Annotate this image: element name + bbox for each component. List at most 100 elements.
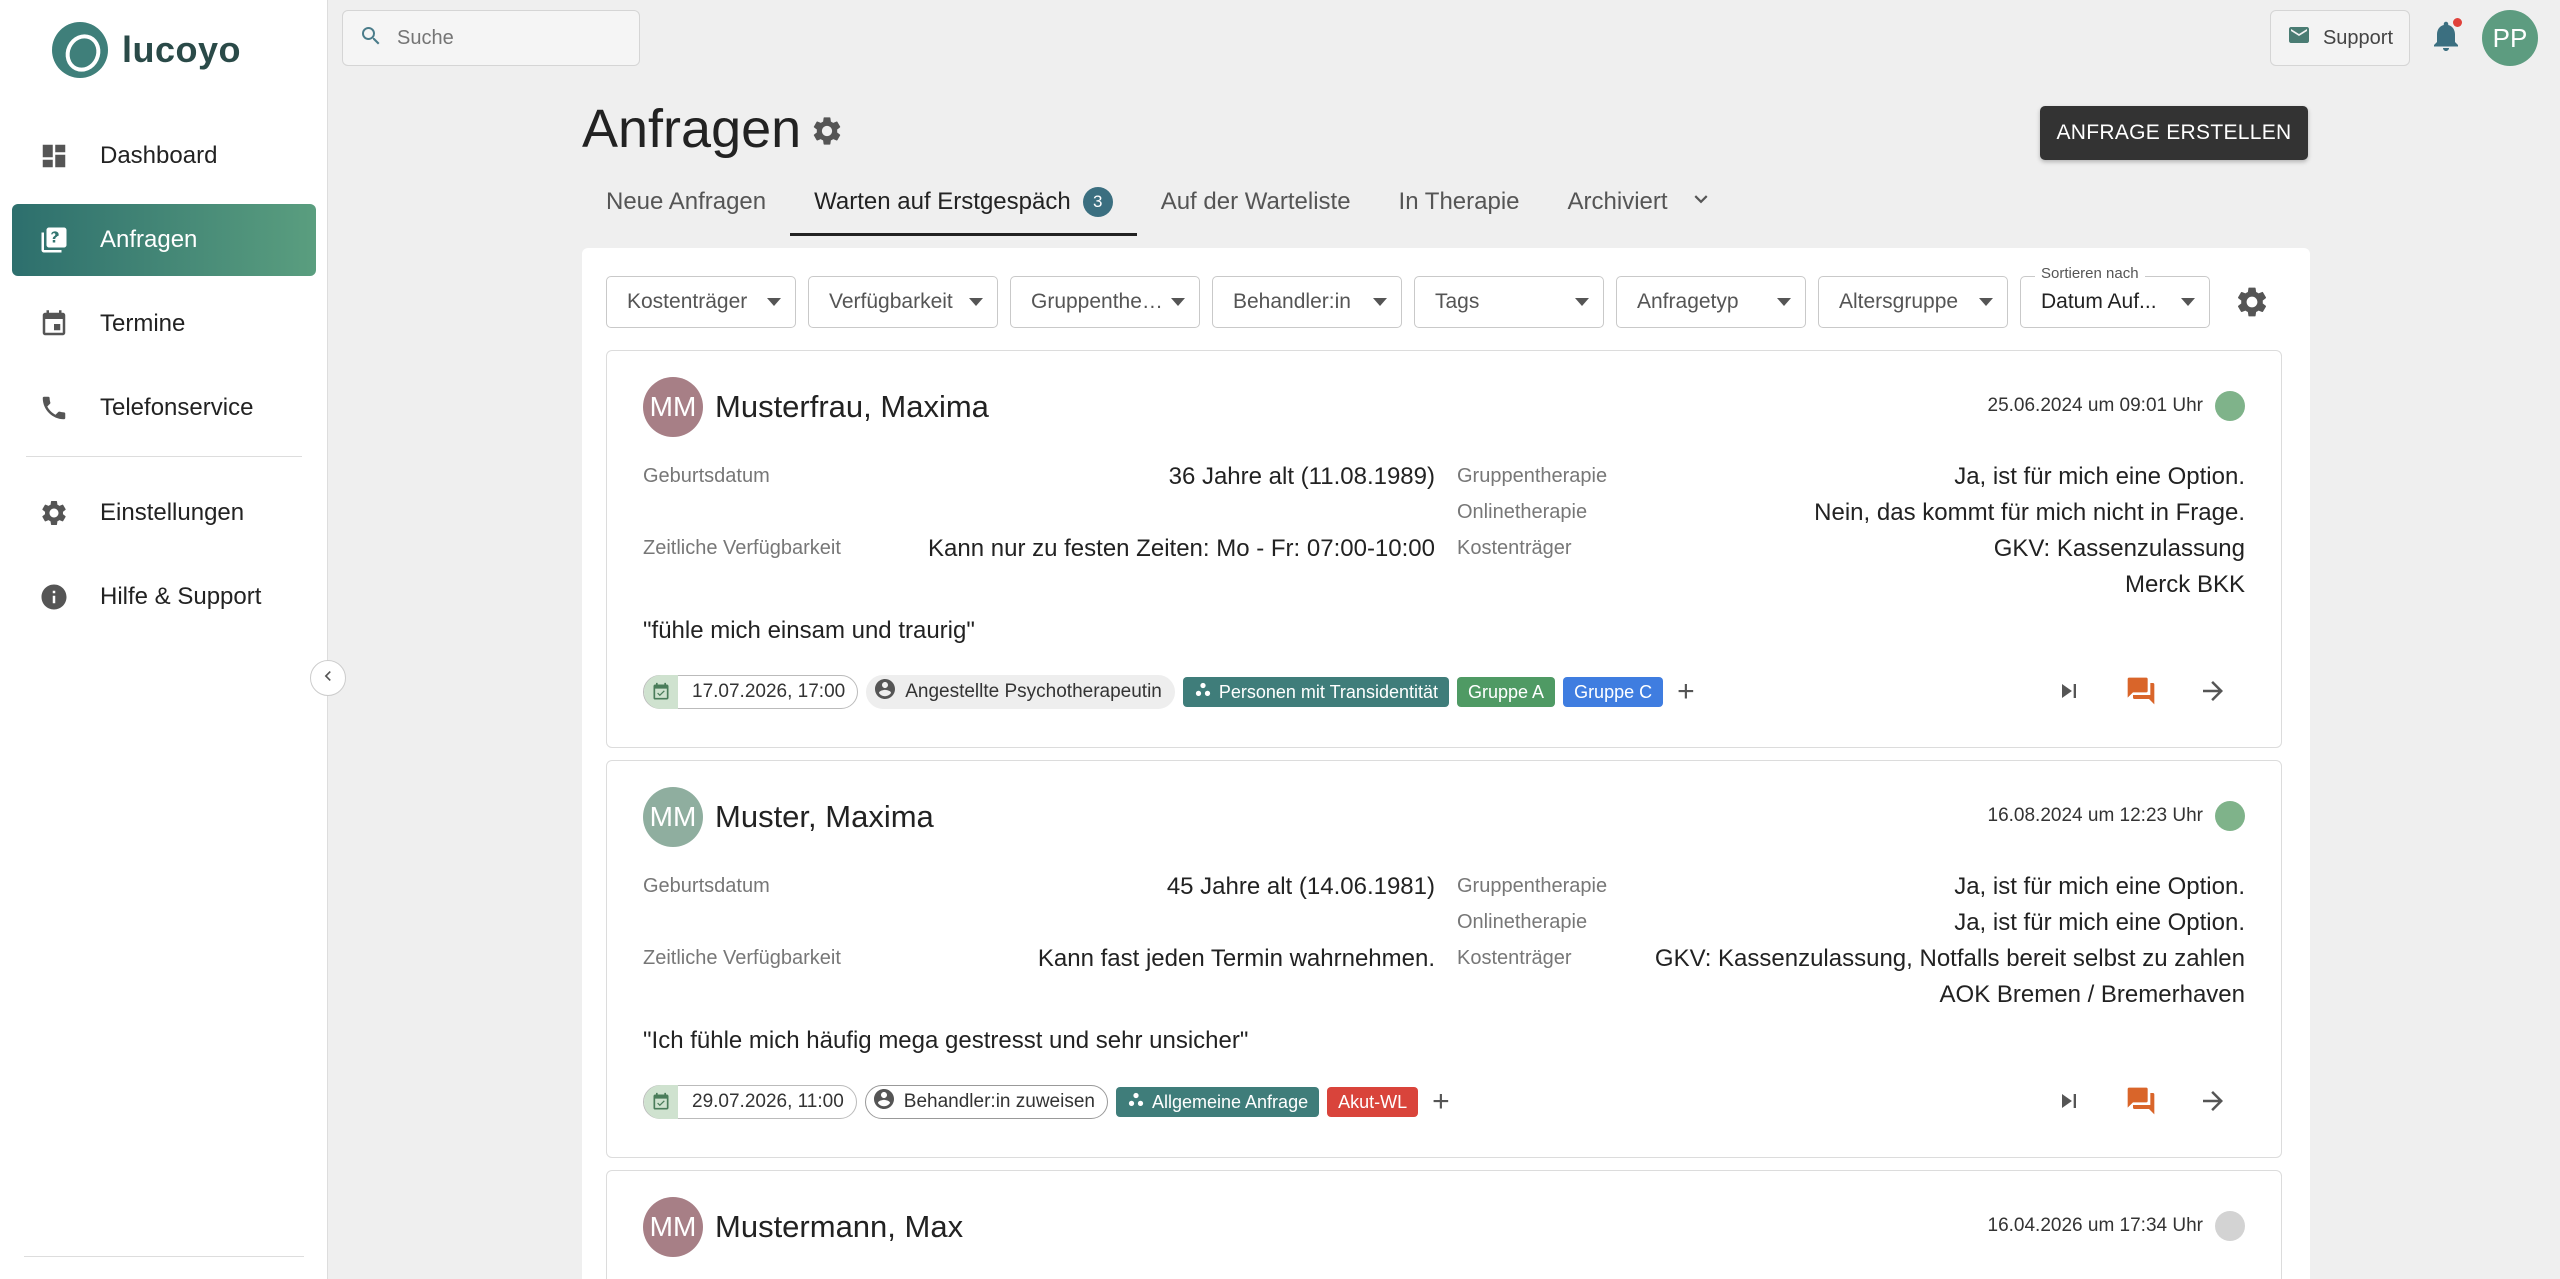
avatar: MM bbox=[643, 1197, 703, 1257]
request-quote: "Ich fühle mich häufig mega gestresst un… bbox=[643, 1027, 1249, 1054]
appointment-chip[interactable]: 17.07.2026, 17:00 bbox=[643, 675, 859, 709]
sidebar-item-termine[interactable]: Termine bbox=[12, 288, 316, 360]
appointment-chip[interactable]: 29.07.2026, 11:00 bbox=[643, 1085, 857, 1119]
sidebar-item-label: Einstellungen bbox=[100, 499, 245, 526]
filter-kostentraeger[interactable]: Kostenträger bbox=[606, 276, 796, 328]
tab-warten-auf-erstgespraech[interactable]: Warten auf Erstgespäch 3 bbox=[790, 168, 1137, 236]
filter-tags[interactable]: Tags bbox=[1414, 276, 1604, 328]
sidebar-item-hilfe-support[interactable]: Hilfe & Support bbox=[12, 561, 316, 633]
birthdate-value: 36 Jahre alt (11.08.1989) bbox=[1168, 463, 1435, 490]
phone-icon bbox=[38, 392, 70, 424]
logo-icon bbox=[52, 22, 108, 78]
requests-icon bbox=[38, 224, 70, 256]
sort-label: Sortieren nach bbox=[2035, 265, 2145, 282]
filter-label: Gruppentherap... bbox=[1031, 290, 1165, 313]
filter-anfragetyp[interactable]: Anfragetyp bbox=[1616, 276, 1806, 328]
sidebar-item-einstellungen[interactable]: Einstellungen bbox=[12, 477, 316, 549]
request-card[interactable]: MM Musterfrau, Maxima 25.06.2024 um 09:0… bbox=[606, 350, 2282, 748]
sidebar-item-label: Termine bbox=[100, 310, 186, 337]
notification-dot bbox=[2453, 18, 2462, 27]
request-quote: "fühle mich einsam und traurig" bbox=[643, 617, 975, 644]
availability-value: Kann nur zu festen Zeiten: Mo - Fr: 07:0… bbox=[928, 535, 1435, 562]
tab-label: Neue Anfragen bbox=[606, 188, 767, 215]
logo[interactable]: lucoyo bbox=[52, 22, 241, 78]
appointment-text: 29.07.2026, 11:00 bbox=[692, 1091, 844, 1112]
filter-label: Anfragetyp bbox=[1637, 290, 1739, 313]
tab-label: Warten auf Erstgespäch bbox=[814, 188, 1071, 215]
tab-label: Auf der Warteliste bbox=[1160, 188, 1351, 215]
bell-icon bbox=[2428, 21, 2464, 58]
tab-in-therapie[interactable]: In Therapie bbox=[1375, 168, 1544, 236]
arrow-forward-icon[interactable] bbox=[2193, 1081, 2233, 1121]
create-request-button[interactable]: ANFRAGE ERSTELLEN bbox=[2040, 106, 2308, 160]
card-header: MM Muster, Maxima bbox=[643, 787, 934, 847]
request-card[interactable]: MM Mustermann, Max 16.04.2026 um 17:34 U… bbox=[606, 1170, 2282, 1279]
sidebar-item-label: Telefonservice bbox=[100, 394, 254, 421]
chat-icon[interactable] bbox=[2121, 671, 2161, 711]
sidebar-item-anfragen[interactable]: Anfragen bbox=[12, 204, 316, 276]
dropdown-arrow-icon bbox=[1373, 298, 1387, 306]
chevron-left-icon bbox=[318, 666, 338, 691]
group-therapy-value: Ja, ist für mich eine Option. bbox=[1954, 463, 2245, 490]
online-therapy-label: Onlinetherapie bbox=[1457, 501, 1588, 523]
account-circle-icon bbox=[873, 677, 897, 707]
dropdown-arrow-icon bbox=[767, 298, 781, 306]
search-input[interactable] bbox=[397, 26, 617, 50]
filter-label: Tags bbox=[1435, 290, 1480, 313]
group-therapy-value: Ja, ist für mich eine Option. bbox=[1954, 873, 2245, 900]
client-name[interactable]: Muster, Maxima bbox=[715, 799, 934, 835]
request-card[interactable]: MM Muster, Maxima 16.08.2024 um 12:23 Uh… bbox=[606, 760, 2282, 1158]
tag-chip[interactable]: Gruppe A bbox=[1457, 677, 1556, 707]
notifications-button[interactable] bbox=[2428, 18, 2464, 54]
payer-label: Kostenträger bbox=[1457, 537, 1572, 559]
tabs: Neue Anfragen Warten auf Erstgespäch 3 A… bbox=[582, 168, 1738, 236]
tab-archiviert[interactable]: Archiviert bbox=[1544, 168, 1738, 236]
filter-gruppentherapie[interactable]: Gruppentherap... bbox=[1010, 276, 1200, 328]
sidebar-divider bbox=[26, 456, 302, 457]
tag-chip[interactable]: Gruppe C bbox=[1563, 677, 1664, 707]
sort-select[interactable]: Sortieren nach Datum Auf... bbox=[2020, 265, 2210, 328]
payer-label: Kostenträger bbox=[1457, 947, 1572, 969]
support-button[interactable]: Support bbox=[2270, 10, 2410, 66]
page-settings-gear-icon[interactable] bbox=[810, 114, 844, 153]
therapist-chip[interactable]: Angestellte Psychotherapeutin bbox=[866, 675, 1175, 709]
skip-next-icon[interactable] bbox=[2049, 671, 2089, 711]
tag-chip[interactable]: Akut-WL bbox=[1327, 1087, 1419, 1117]
add-tag-plus-icon[interactable]: + bbox=[1432, 1087, 1450, 1117]
therapist-text: Angestellte Psychotherapeutin bbox=[905, 681, 1162, 702]
online-therapy-label: Onlinetherapie bbox=[1457, 911, 1588, 933]
sidebar-item-label: Dashboard bbox=[100, 142, 218, 169]
request-type-tag[interactable]: Personen mit Transidentität bbox=[1182, 677, 1449, 707]
tab-neue-anfragen[interactable]: Neue Anfragen bbox=[582, 168, 790, 236]
online-therapy-value: Ja, ist für mich eine Option. bbox=[1954, 909, 2245, 936]
insurer-value: AOK Bremen / Bremerhaven bbox=[1939, 981, 2245, 1008]
add-tag-plus-icon[interactable]: + bbox=[1677, 677, 1695, 707]
search-box[interactable] bbox=[342, 10, 640, 66]
filter-verfuegbarkeit[interactable]: Verfügbarkeit bbox=[808, 276, 998, 328]
filter-altersgruppe[interactable]: Altersgruppe bbox=[1818, 276, 2008, 328]
insurer-value: Merck BKK bbox=[2124, 571, 2245, 598]
payer-value: GKV: Kassenzulassung, Notfalls bereit se… bbox=[1654, 945, 2245, 972]
group-work-icon bbox=[1194, 681, 1212, 704]
filter-label: Kostenträger bbox=[627, 290, 748, 313]
filter-label: Altersgruppe bbox=[1839, 290, 1959, 313]
status-dot bbox=[2215, 391, 2245, 421]
client-name[interactable]: Mustermann, Max bbox=[715, 1209, 963, 1245]
sidebar-item-telefonservice[interactable]: Telefonservice bbox=[12, 372, 316, 444]
chat-icon[interactable] bbox=[2121, 1081, 2161, 1121]
card-header: MM Mustermann, Max bbox=[643, 1197, 963, 1257]
filter-behandlerin[interactable]: Behandler:in bbox=[1212, 276, 1402, 328]
dropdown-arrow-icon bbox=[1777, 298, 1791, 306]
arrow-forward-icon[interactable] bbox=[2193, 671, 2233, 711]
user-avatar[interactable]: PP bbox=[2482, 10, 2538, 66]
sidebar-footer-divider bbox=[24, 1256, 304, 1257]
assign-therapist-chip[interactable]: Behandler:in zuweisen bbox=[864, 1085, 1108, 1119]
tab-auf-der-warteliste[interactable]: Auf der Warteliste bbox=[1137, 168, 1375, 236]
skip-next-icon[interactable] bbox=[2049, 1081, 2089, 1121]
mail-icon bbox=[2287, 23, 2311, 53]
request-type-tag[interactable]: Allgemeine Anfrage bbox=[1115, 1087, 1320, 1117]
sidebar-item-dashboard[interactable]: Dashboard bbox=[12, 120, 316, 192]
filter-settings-gear-icon[interactable] bbox=[2234, 284, 2270, 325]
client-name[interactable]: Musterfrau, Maxima bbox=[715, 389, 989, 425]
sidebar-collapse-button[interactable] bbox=[310, 660, 346, 696]
